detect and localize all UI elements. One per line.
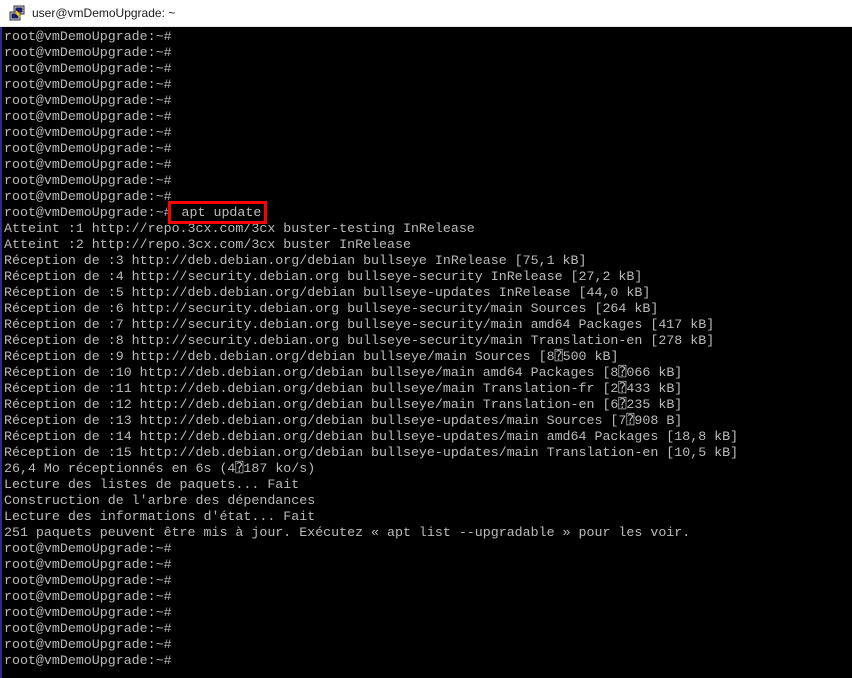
- terminal-line: Réception de :12 http://deb.debian.org/d…: [4, 397, 683, 412]
- terminal-lines: root@vmDemoUpgrade:~# root@vmDemoUpgrade:…: [4, 29, 738, 669]
- terminal-line: root@vmDemoUpgrade:~#: [4, 541, 172, 556]
- terminal-line: Lecture des listes de paquets... Fait: [4, 477, 300, 492]
- terminal-line: Réception de :7 http://security.debian.o…: [4, 317, 715, 332]
- terminal-line: Réception de :9 http://deb.debian.org/de…: [4, 349, 619, 364]
- terminal-line: Atteint :2 http://repo.3cx.com/3cx buste…: [4, 237, 411, 252]
- terminal-line: Réception de :5 http://deb.debian.org/de…: [4, 285, 651, 300]
- terminal-line: Atteint :1 http://repo.3cx.com/3cx buste…: [4, 221, 475, 236]
- terminal-line: Réception de :14 http://deb.debian.org/d…: [4, 429, 739, 444]
- terminal-line: root@vmDemoUpgrade:~#: [4, 61, 172, 76]
- terminal-line: root@vmDemoUpgrade:~#: [4, 573, 172, 588]
- terminal-line: root@vmDemoUpgrade:~#: [4, 589, 172, 604]
- terminal-line: root@vmDemoUpgrade:~#: [4, 189, 172, 204]
- terminal-line: root@vmDemoUpgrade:~#: [4, 109, 172, 124]
- terminal-line: Lecture des informations d'état... Fait: [4, 509, 316, 524]
- terminal-line: Réception de :11 http://deb.debian.org/d…: [4, 381, 683, 396]
- terminal-line: Réception de :4 http://security.debian.o…: [4, 269, 643, 284]
- terminal-line: root@vmDemoUpgrade:~#: [4, 29, 172, 44]
- command-line: root@vmDemoUpgrade:~# apt update: [4, 201, 738, 224]
- terminal-line: Construction de l'arbre des dépendances: [4, 493, 316, 508]
- terminal-line: root@vmDemoUpgrade:~#: [4, 45, 172, 60]
- terminal-line: 251 paquets peuvent être mis à jour. Exé…: [4, 525, 691, 540]
- terminal-line: Réception de :15 http://deb.debian.org/d…: [4, 445, 739, 460]
- terminal-line: root@vmDemoUpgrade:~#: [4, 653, 172, 668]
- terminal-line: root@vmDemoUpgrade:~#: [4, 93, 172, 108]
- terminal-line: Réception de :8 http://security.debian.o…: [4, 333, 715, 348]
- window-title: user@vmDemoUpgrade: ~: [32, 6, 176, 20]
- terminal-line: Réception de :6 http://security.debian.o…: [4, 301, 659, 316]
- terminal-line: root@vmDemoUpgrade:~#: [4, 557, 172, 572]
- terminal-line: Réception de :3 http://deb.debian.org/de…: [4, 253, 587, 268]
- prompt: root@vmDemoUpgrade:~#: [4, 205, 172, 220]
- terminal-line: 26,4 Mo réceptionnés en 6s (4⍰187 ko/s): [4, 461, 316, 476]
- terminal-line: root@vmDemoUpgrade:~#: [4, 605, 172, 620]
- terminal-output[interactable]: root@vmDemoUpgrade:~# root@vmDemoUpgrade:…: [0, 27, 852, 678]
- terminal-line: Réception de :10 http://deb.debian.org/d…: [4, 365, 683, 380]
- title-bar[interactable]: user@vmDemoUpgrade: ~: [0, 0, 852, 27]
- terminal-line: root@vmDemoUpgrade:~#: [4, 173, 172, 188]
- putty-icon[interactable]: [9, 5, 25, 21]
- terminal-line: root@vmDemoUpgrade:~#: [4, 157, 172, 172]
- terminal-line: root@vmDemoUpgrade:~#: [4, 77, 172, 92]
- terminal-line: root@vmDemoUpgrade:~#: [4, 621, 172, 636]
- terminal-window: user@vmDemoUpgrade: ~ root@vmDemoUpgrade…: [0, 0, 852, 678]
- highlighted-command: apt update: [167, 201, 268, 224]
- terminal-line: root@vmDemoUpgrade:~#: [4, 141, 172, 156]
- terminal-line: root@vmDemoUpgrade:~#: [4, 637, 172, 652]
- terminal-line: root@vmDemoUpgrade:~#: [4, 125, 172, 140]
- terminal-line: Réception de :13 http://deb.debian.org/d…: [4, 413, 683, 428]
